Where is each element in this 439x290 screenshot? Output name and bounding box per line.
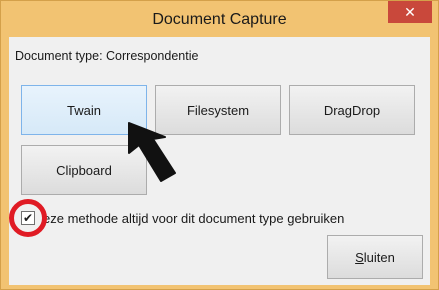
dragdrop-button[interactable]: DragDrop — [289, 85, 415, 135]
sluiten-button[interactable]: Sluiten — [327, 235, 423, 279]
close-button[interactable]: ✕ — [388, 1, 432, 23]
title-bar[interactable]: Document Capture ✕ — [1, 1, 438, 37]
dialog-content: Document type: Correspondentie Twain Fil… — [9, 37, 430, 285]
filesystem-button-label: Filesystem — [186, 102, 250, 118]
twain-button-label: Twain — [67, 102, 101, 118]
window-title: Document Capture — [152, 11, 287, 28]
sluiten-button-label: Sluiten — [355, 249, 395, 265]
always-use-method-row: ✔ eze methode altijd voor dit document t… — [21, 209, 421, 229]
always-use-method-label[interactable]: eze methode altijd voor dit document typ… — [43, 211, 344, 226]
close-icon: ✕ — [404, 3, 416, 20]
checkbox-highlight-circle — [9, 199, 47, 237]
dialog-window: Document Capture ✕ Document type: Corres… — [0, 0, 439, 290]
dragdrop-button-label: DragDrop — [323, 102, 381, 118]
document-type-label: Document type: Correspondentie — [15, 49, 199, 63]
arrow-pointer-icon — [128, 122, 176, 182]
clipboard-button-label: Clipboard — [56, 162, 112, 178]
